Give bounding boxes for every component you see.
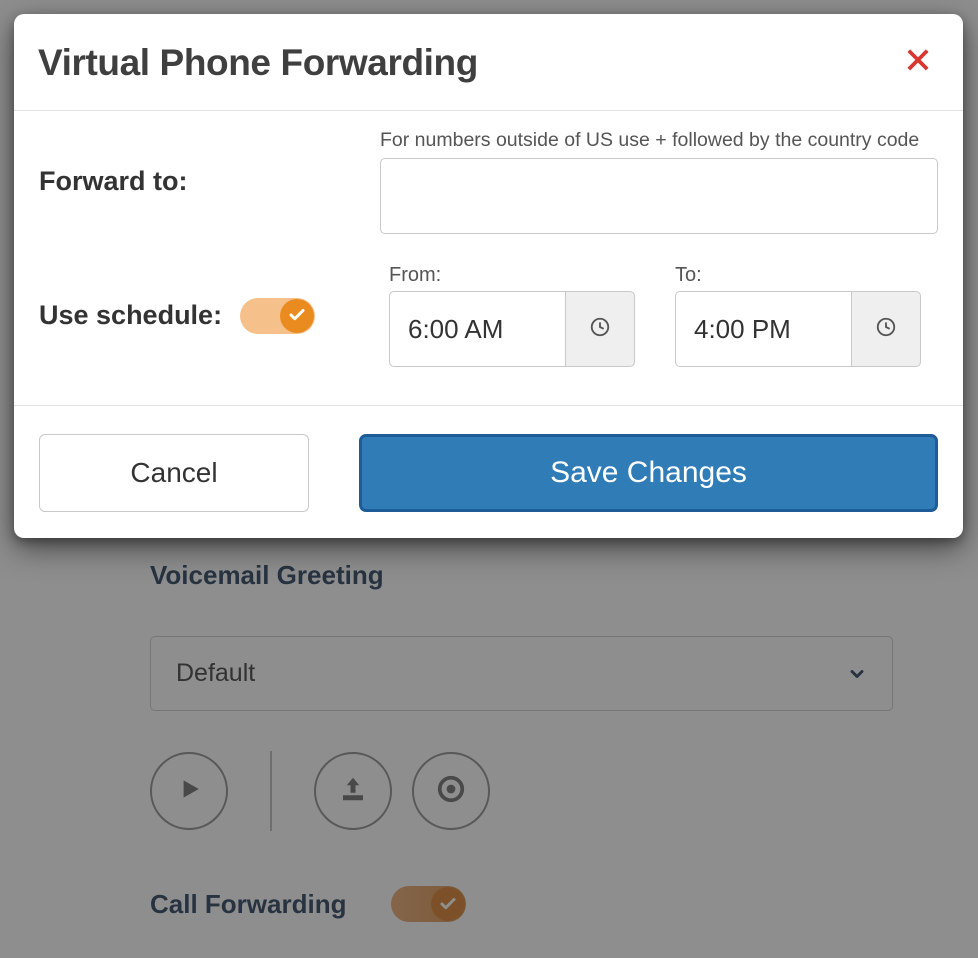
to-label: To: <box>675 264 921 287</box>
clock-icon <box>875 316 897 343</box>
use-schedule-label: Use schedule: <box>39 300 222 331</box>
from-input-wrap <box>389 291 635 367</box>
to-time-picker-button[interactable] <box>851 291 921 367</box>
check-icon <box>288 300 306 331</box>
modal-body: Forward to: For numbers outside of US us… <box>14 111 963 405</box>
use-schedule-label-col: Use schedule: <box>39 298 389 334</box>
clock-icon <box>589 316 611 343</box>
from-time-input[interactable] <box>389 291 565 367</box>
cancel-button[interactable]: Cancel <box>39 434 309 512</box>
to-block: To: <box>675 264 921 367</box>
to-time-input[interactable] <box>675 291 851 367</box>
to-input-wrap <box>675 291 921 367</box>
forward-to-row: Forward to: For numbers outside of US us… <box>39 129 938 234</box>
save-changes-button[interactable]: Save Changes <box>359 434 938 512</box>
modal-title: Virtual Phone Forwarding <box>38 42 478 84</box>
use-schedule-toggle[interactable] <box>240 298 315 334</box>
forward-to-help: For numbers outside of US use + followed… <box>380 129 938 152</box>
cancel-label: Cancel <box>130 457 217 489</box>
from-block: From: <box>389 264 635 367</box>
toggle-knob <box>280 299 314 333</box>
modal-footer: Cancel Save Changes <box>14 405 963 538</box>
virtual-phone-forwarding-modal: Virtual Phone Forwarding Forward to: For… <box>14 14 963 538</box>
from-label: From: <box>389 264 635 287</box>
close-button[interactable] <box>903 46 933 81</box>
schedule-times: From: To: <box>389 264 921 367</box>
forward-to-label: Forward to: <box>39 166 380 197</box>
forward-to-input[interactable] <box>380 158 938 234</box>
forward-to-field-col: For numbers outside of US use + followed… <box>380 129 938 234</box>
close-icon <box>903 63 933 80</box>
use-schedule-row: Use schedule: From: <box>39 264 938 367</box>
modal-header: Virtual Phone Forwarding <box>14 14 963 111</box>
save-label: Save Changes <box>550 456 747 490</box>
from-time-picker-button[interactable] <box>565 291 635 367</box>
